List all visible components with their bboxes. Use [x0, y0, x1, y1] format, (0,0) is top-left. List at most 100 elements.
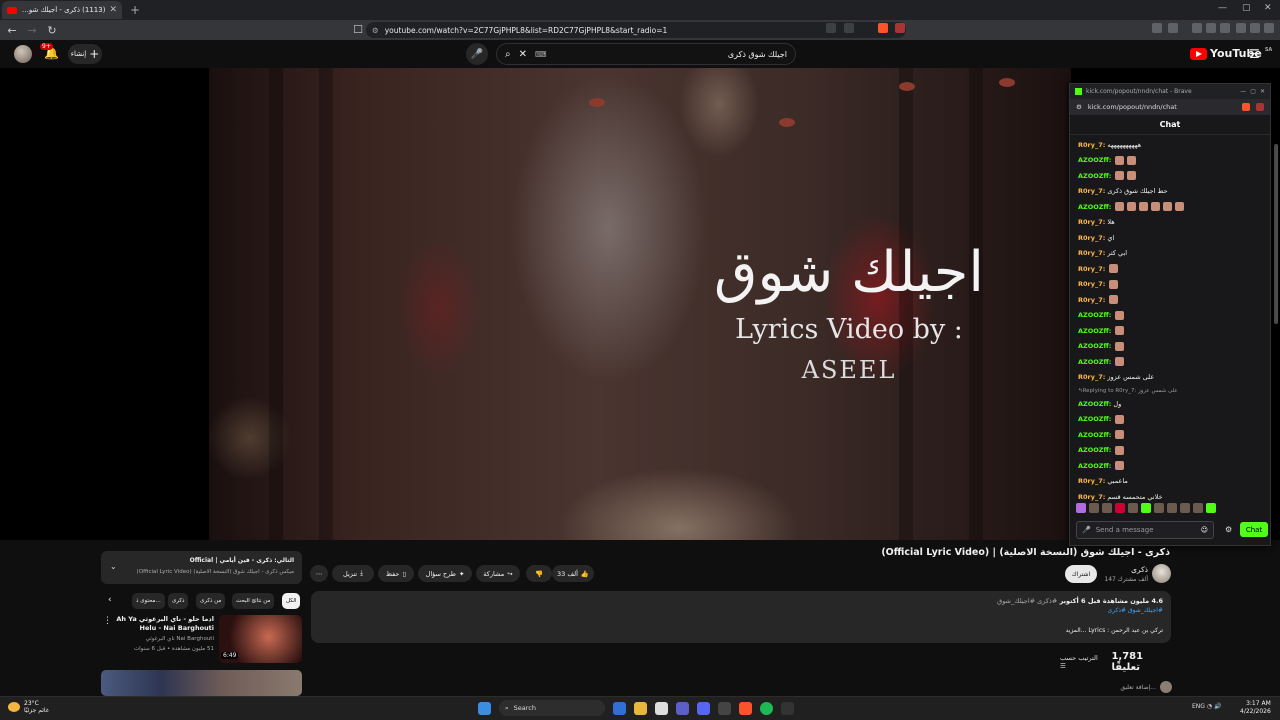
- chip-from-search[interactable]: من نتائج البحث: [232, 593, 275, 609]
- chat-username[interactable]: R0ry_7:: [1078, 265, 1105, 273]
- chip-channel[interactable]: ذكرى: [168, 593, 189, 609]
- new-tab-icon[interactable]: +: [130, 3, 140, 17]
- chat-minimize-icon[interactable]: —: [1240, 88, 1246, 95]
- site-info-icon[interactable]: ⚙: [372, 26, 379, 35]
- brave-rewards-icon[interactable]: [1256, 103, 1264, 111]
- back-icon[interactable]: ←: [6, 24, 18, 37]
- emote-icon[interactable]: [1167, 503, 1177, 513]
- search-input[interactable]: اجيلك شوق ذكرى: [555, 50, 787, 59]
- ask-button[interactable]: طرح سؤال ✦: [418, 565, 472, 582]
- sidebar-icon[interactable]: [1206, 23, 1216, 33]
- menu-icon[interactable]: [1264, 23, 1274, 33]
- bookmark-icon[interactable]: ☐: [352, 23, 364, 36]
- youtube-logo[interactable]: YouTube SA: [1190, 47, 1272, 60]
- chat-username[interactable]: R0ry_7:: [1078, 373, 1105, 381]
- dislike-button[interactable]: 👎: [526, 565, 552, 582]
- chevron-down-icon[interactable]: ⌄: [110, 562, 117, 571]
- search-icon[interactable]: ⌕: [505, 49, 511, 60]
- chat-username[interactable]: AZOOZff:: [1078, 311, 1111, 319]
- chat-send-button[interactable]: Chat: [1240, 522, 1268, 537]
- emote-icon[interactable]: [1115, 503, 1125, 513]
- description-credit[interactable]: تركي بن عبد الرحمن : Lyrics ...المزيد: [1066, 627, 1163, 634]
- chat-username[interactable]: AZOOZff:: [1078, 446, 1111, 454]
- brave-rewards-icon[interactable]: [895, 23, 905, 33]
- add-comment-row[interactable]: إضافة تعليق...: [1060, 681, 1172, 693]
- like-button[interactable]: 33 ألف 👍: [552, 565, 594, 582]
- recommended-title[interactable]: ادما حلو - ناي البرغوثي Ah Ya Helu - Nai…: [104, 615, 214, 633]
- share-button[interactable]: مشاركة ↪: [476, 565, 520, 582]
- extension-icon[interactable]: [1152, 23, 1162, 33]
- wallet-icon[interactable]: [1220, 23, 1230, 33]
- clear-search-icon[interactable]: ✕: [519, 49, 527, 60]
- download-button[interactable]: تنزيل ⤓: [332, 565, 374, 582]
- chat-username[interactable]: AZOOZff:: [1078, 172, 1111, 180]
- chat-username[interactable]: AZOOZff:: [1078, 400, 1111, 408]
- voice-search-icon[interactable]: 🎤: [466, 43, 488, 65]
- emoji-picker-icon[interactable]: ☺: [1201, 526, 1208, 534]
- emote-icon[interactable]: [1180, 503, 1190, 513]
- chat-username[interactable]: R0ry_7:: [1078, 493, 1105, 501]
- vpn-icon[interactable]: [1236, 23, 1246, 33]
- description-hashtags[interactable]: #ذكرى #اجيلك_شوق: [997, 597, 1057, 605]
- chat-username[interactable]: AZOOZff:: [1078, 462, 1111, 470]
- chat-address-bar[interactable]: ⚙ kick.com/popout/nndn/chat: [1070, 99, 1270, 115]
- page-scrollbar[interactable]: [1274, 144, 1278, 324]
- start-icon[interactable]: [478, 701, 491, 715]
- account-avatar[interactable]: [14, 45, 32, 63]
- chip-all[interactable]: الكل: [282, 593, 301, 609]
- taskbar-clock[interactable]: 3:17 AM 4/22/2026: [1240, 700, 1271, 716]
- chat-username[interactable]: R0ry_7:: [1078, 187, 1105, 195]
- reload-icon[interactable]: ↻: [46, 24, 58, 37]
- chat-username[interactable]: AZOOZff:: [1078, 415, 1111, 423]
- shield-icon[interactable]: [1250, 23, 1260, 33]
- cast-icon[interactable]: [844, 23, 854, 33]
- emote-icon[interactable]: [1154, 503, 1164, 513]
- maximize-icon[interactable]: ▢: [1242, 3, 1251, 13]
- recommended-video[interactable]: 6:49 ادما حلو - ناي البرغوثي Ah Ya Helu …: [101, 614, 302, 664]
- forward-icon[interactable]: →: [26, 24, 38, 37]
- volume-icon[interactable]: 🔊: [1214, 703, 1221, 710]
- translate-icon[interactable]: [826, 23, 836, 33]
- music-icon[interactable]: [1192, 23, 1202, 33]
- video-frame[interactable]: اجيلك شوق Lyrics Video by : ASEEL: [209, 68, 1071, 540]
- more-options-icon[interactable]: ⋮: [103, 616, 112, 626]
- channel-name[interactable]: ذكرى: [1092, 565, 1148, 574]
- channel-avatar[interactable]: [1152, 564, 1171, 583]
- chat-username[interactable]: AZOOZff:: [1078, 358, 1111, 366]
- subscribe-button[interactable]: اشتراك: [1065, 565, 1097, 583]
- emote-icon[interactable]: [1206, 503, 1216, 513]
- brave-shields-icon[interactable]: [1242, 103, 1250, 111]
- chips-prev-icon[interactable]: ‹: [108, 595, 112, 605]
- mix-playlist-card[interactable]: ⌄ التالي: ذكرى - فين أيامي | Official مي…: [101, 551, 302, 584]
- chat-username[interactable]: AZOOZff:: [1078, 203, 1111, 211]
- browser-tab[interactable]: (1113) ذكرى - أجيلك شوق (الف ✕: [2, 1, 122, 19]
- sort-comments-button[interactable]: الترتيب حسب ☰: [1060, 654, 1103, 670]
- file-explorer-icon[interactable]: [634, 701, 647, 715]
- address-bar[interactable]: ⚙ youtube.com/watch?v=2C77GjPHPL8&list=R…: [366, 22, 906, 38]
- chat-maximize-icon[interactable]: ▢: [1250, 88, 1256, 95]
- chat-username[interactable]: AZOOZff:: [1078, 431, 1111, 439]
- chat-username[interactable]: AZOOZff:: [1078, 327, 1111, 335]
- chip-from-channel[interactable]: من ذكرى: [196, 593, 226, 609]
- github-icon[interactable]: [718, 701, 731, 715]
- teams-icon[interactable]: [676, 701, 689, 715]
- site-settings-icon[interactable]: ⚙: [1076, 103, 1082, 111]
- chat-username[interactable]: R0ry_7:: [1078, 141, 1105, 149]
- spotify-icon[interactable]: [760, 701, 773, 715]
- epic-games-icon[interactable]: [781, 701, 794, 715]
- chat-username[interactable]: R0ry_7:: [1078, 234, 1105, 242]
- recommended-thumbnail-strip[interactable]: [101, 670, 302, 696]
- extension-icon[interactable]: [1168, 23, 1178, 33]
- chat-username[interactable]: R0ry_7:: [1078, 218, 1105, 226]
- chip-related[interactable]: محتوى ذ...: [132, 593, 165, 609]
- notepad-icon[interactable]: [655, 701, 668, 715]
- chat-mic-icon[interactable]: 🎤: [1082, 526, 1091, 534]
- emote-icon[interactable]: [1089, 503, 1099, 513]
- discord-icon[interactable]: [697, 701, 710, 715]
- more-actions-button[interactable]: ⋯: [310, 565, 328, 582]
- description-hashtags-line[interactable]: #اجيلك_شوق #ذكرى: [1107, 607, 1163, 614]
- emote-icon[interactable]: [1128, 503, 1138, 513]
- chat-username[interactable]: R0ry_7:: [1078, 249, 1105, 257]
- tab-close-icon[interactable]: ✕: [109, 5, 117, 15]
- hamburger-menu-icon[interactable]: ☰: [1249, 47, 1260, 61]
